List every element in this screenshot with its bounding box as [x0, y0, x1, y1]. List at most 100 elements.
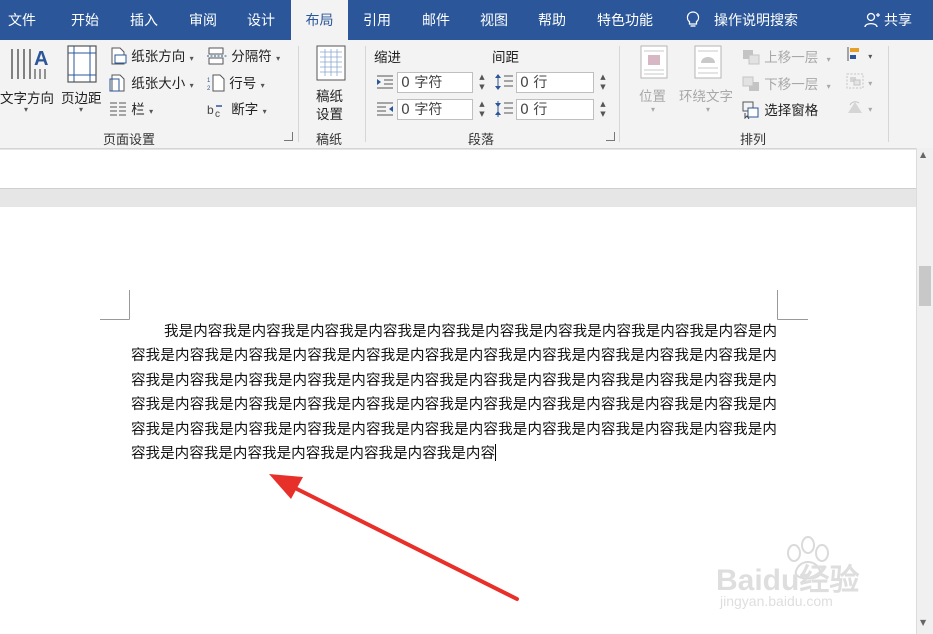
chevron-down-icon: ▾ — [706, 105, 711, 114]
chevron-down-icon: ▾ — [260, 81, 265, 90]
align-icon — [847, 47, 859, 61]
manuscript-label-line1: 稿纸 — [316, 89, 343, 105]
spacing-before-input[interactable]: 0 行 — [516, 72, 594, 93]
align-button[interactable]: ▾ — [846, 46, 872, 63]
chevron-down-icon: ▾ — [24, 105, 29, 114]
spacing-after-input[interactable]: 0 行 — [516, 99, 594, 120]
page-setup-dialog-launcher-icon[interactable] — [284, 132, 293, 141]
group-separator — [365, 46, 366, 142]
chevron-down-icon: ▾ — [868, 105, 873, 114]
svg-text:b: b — [207, 103, 214, 117]
document-paragraph[interactable]: 我是内容我是内容我是内容我是内容我是内容我是内容我是内容我是内容我是内容我是内容… — [131, 320, 777, 466]
line-numbers-icon: 1 2 — [207, 74, 225, 92]
chevron-down-icon: ▾ — [262, 107, 267, 116]
tab-review[interactable]: 审阅 — [189, 0, 217, 40]
svg-text:c: c — [215, 109, 220, 118]
margins-label: 页边距 — [61, 91, 102, 107]
lightbulb-icon — [686, 11, 700, 27]
size-label: 纸张大小 — [131, 76, 186, 92]
tell-me-label: 操作说明搜索 — [714, 13, 798, 29]
chevron-down-icon: ▾ — [868, 79, 873, 88]
paragraph-dialog-launcher-icon[interactable] — [606, 132, 615, 141]
indent-left-stepper[interactable]: ▲ ▼ — [475, 72, 489, 93]
spacing-before-stepper[interactable]: ▲ ▼ — [596, 72, 610, 93]
text-line: 我是内容我是内容我是内容我是内容我是内容我是内容我是内容我是内容我是内容我是内容 — [164, 324, 748, 340]
breaks-icon — [207, 47, 227, 65]
indent-right-icon — [377, 102, 393, 116]
hyphenation-icon: b c — [207, 103, 222, 120]
scrollbar-thumb[interactable] — [919, 266, 931, 306]
margin-mark-top-right — [777, 290, 808, 320]
group-separator — [298, 46, 299, 142]
chevron-down-icon: ▾ — [79, 105, 84, 114]
selection-pane-button[interactable]: 选择窗格 — [742, 99, 818, 120]
margins-button[interactable]: 页边距 ▾ — [59, 45, 105, 115]
baidu-watermark: Baidu经验 jingyan.baidu.com — [708, 533, 908, 613]
hyphenation-button[interactable]: b c 断字 ▾ — [207, 98, 267, 120]
tell-me-search[interactable]: 操作说明搜索 — [686, 0, 798, 40]
manuscript-settings-button[interactable]: 稿纸 设置 — [306, 45, 356, 125]
text-direction-label: 文字方向 — [0, 91, 54, 107]
text-cursor — [495, 444, 497, 462]
text-line: 我是内容我是内容 — [378, 446, 496, 463]
tab-home[interactable]: 开始 — [71, 0, 99, 40]
bring-forward-button[interactable]: 上移一层 ▾ — [742, 46, 831, 66]
send-backward-button[interactable]: 下移一层 ▾ — [742, 73, 831, 93]
rotate-icon — [848, 101, 862, 113]
spacing-before-icon — [495, 74, 513, 90]
svg-text:2: 2 — [207, 86, 211, 92]
indent-right-input[interactable]: 0 字符 — [397, 99, 473, 120]
send-backward-icon — [742, 76, 759, 91]
breaks-button[interactable]: 分隔符 ▾ — [207, 45, 280, 65]
selection-pane-icon — [742, 101, 759, 120]
spacing-after-stepper[interactable]: ▲ ▼ — [596, 99, 610, 120]
text-direction-icon: A — [11, 48, 48, 79]
tab-mailings[interactable]: 邮件 — [422, 0, 450, 40]
wrap-text-label: 环绕文字 — [679, 89, 733, 105]
spacing-after-icon — [495, 101, 513, 117]
tab-view[interactable]: 视图 — [480, 0, 508, 40]
size-button[interactable]: 纸张大小 ▾ — [109, 72, 194, 92]
tab-design[interactable]: 设计 — [247, 0, 275, 40]
group-label-manuscript: 稿纸 — [316, 133, 343, 148]
chevron-down-icon: ▾ — [189, 81, 194, 90]
tab-layout[interactable]: 布局 — [291, 0, 348, 40]
orientation-button[interactable]: 纸张方向 ▾ — [109, 45, 194, 65]
scroll-up-icon[interactable]: ▲ — [920, 150, 926, 159]
rotate-button[interactable]: ▾ — [846, 99, 872, 116]
tab-insert[interactable]: 插入 — [130, 0, 158, 40]
columns-button[interactable]: 栏 ▾ — [109, 98, 153, 118]
vertical-scrollbar[interactable]: ▲ ▼ — [916, 148, 933, 634]
group-objects-icon — [846, 73, 864, 89]
chevron-down-icon: ▾ — [826, 55, 831, 64]
group-separator — [888, 46, 889, 142]
wrap-text-icon — [694, 45, 722, 79]
position-button[interactable]: 位置 ▾ — [634, 45, 674, 125]
text-direction-button[interactable]: A 文字方向 ▾ — [0, 45, 56, 115]
bring-forward-icon — [743, 50, 760, 65]
watermark-url: jingyan.baidu.com — [720, 593, 833, 609]
orientation-label: 纸张方向 — [131, 49, 186, 65]
group-label-page-setup: 页面设置 — [103, 133, 156, 148]
columns-label: 栏 — [131, 102, 145, 118]
position-label: 位置 — [639, 89, 666, 105]
indent-left-input[interactable]: 0 字符 — [397, 72, 473, 93]
spacing-header: 间距 — [492, 50, 519, 66]
person-icon — [864, 12, 880, 28]
group-objects-button[interactable]: ▾ — [846, 73, 872, 90]
indent-right-stepper[interactable]: ▲ ▼ — [475, 99, 489, 120]
tab-file[interactable]: 文件 — [8, 0, 36, 40]
wrap-text-button[interactable]: 环绕文字 ▾ — [679, 45, 737, 125]
orientation-icon — [111, 47, 127, 65]
tab-special-features[interactable]: 特色功能 — [597, 0, 653, 40]
send-backward-label: 下移一层 — [764, 77, 819, 93]
tab-help[interactable]: 帮助 — [538, 0, 566, 40]
scroll-down-icon[interactable]: ▼ — [920, 618, 926, 627]
share-button[interactable]: 共享 — [864, 0, 912, 40]
tab-references[interactable]: 引用 — [363, 0, 391, 40]
chevron-down-icon: ▾ — [651, 105, 656, 114]
columns-icon — [110, 102, 126, 116]
line-numbers-button[interactable]: 1 2 行号 ▾ — [207, 72, 265, 92]
chevron-down-icon: ▾ — [276, 54, 281, 63]
previous-page-bottom — [0, 150, 916, 189]
